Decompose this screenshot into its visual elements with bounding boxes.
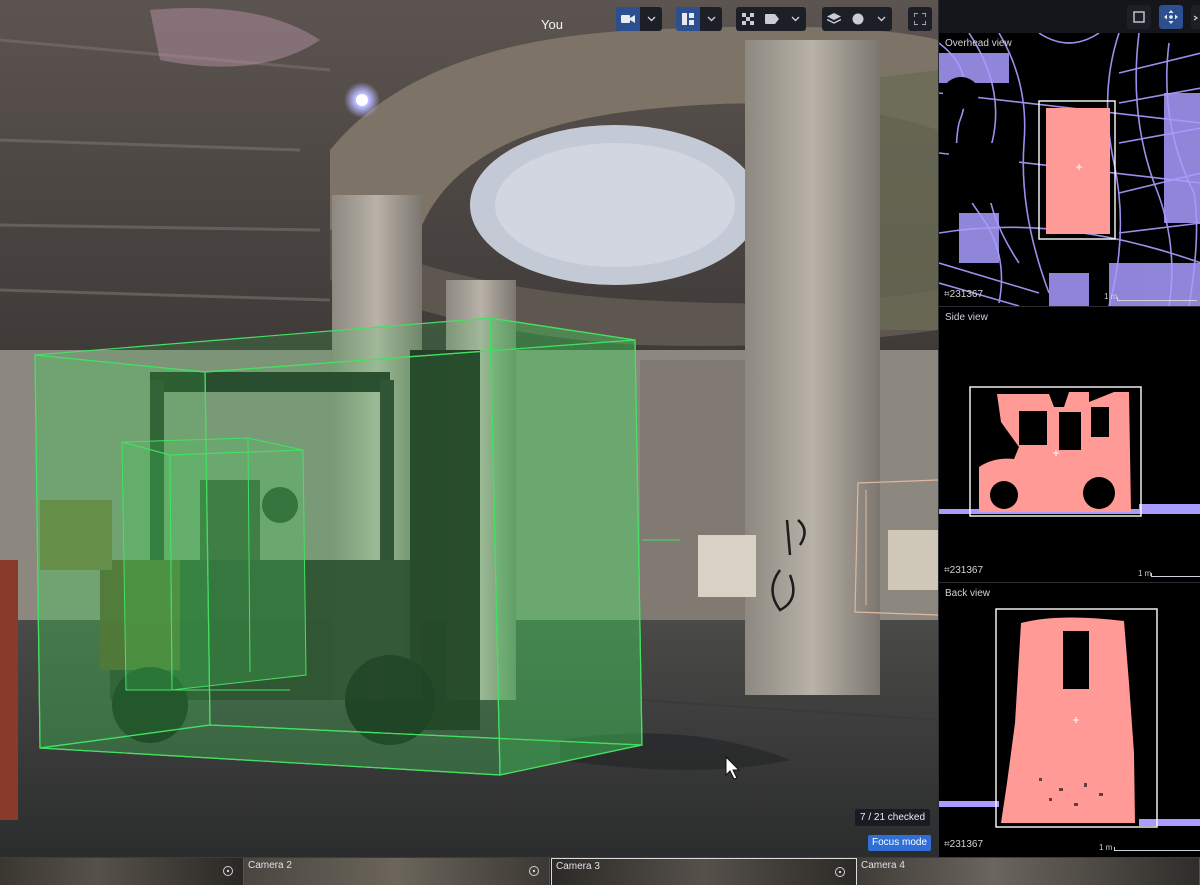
object-id-value: 231367 xyxy=(949,839,984,850)
circle-icon[interactable] xyxy=(846,7,870,31)
object-id-label: ⌗231367 xyxy=(944,565,984,576)
camera-label: Camera 4 xyxy=(861,860,905,871)
ground-points xyxy=(1139,504,1200,511)
scale-bar xyxy=(1114,847,1200,851)
ground-points xyxy=(1139,819,1200,826)
camera-thumbnail-strip: Camera 2 Camera 3 Camera 4 xyxy=(0,857,1200,885)
side-pointcloud xyxy=(939,307,1200,582)
object-id-value: 231367 xyxy=(949,289,984,300)
target-icon xyxy=(835,867,845,877)
checkerboard-icon[interactable] xyxy=(736,7,760,31)
camera-view[interactable]: You 7 / 21 checked Focus mode xyxy=(0,0,938,857)
layers-toolbar-group xyxy=(822,7,892,31)
chevron-down-icon[interactable] xyxy=(700,7,722,31)
camera-label: Camera 2 xyxy=(248,860,292,871)
move-arrows-icon[interactable] xyxy=(1159,4,1183,29)
panel-toolbar-overflow[interactable] xyxy=(1191,4,1200,29)
back-pointcloud xyxy=(939,583,1200,857)
camera-image xyxy=(0,0,938,857)
side-view-title: Side view xyxy=(945,312,988,323)
chevron-down-icon[interactable] xyxy=(640,7,662,31)
cardboard-box xyxy=(698,535,756,597)
camera-thumbnail-3[interactable]: Camera 3 xyxy=(551,858,857,885)
square-outline-icon[interactable] xyxy=(1127,4,1151,29)
object-id-label: ⌗231367 xyxy=(944,839,984,850)
layout-grid-icon[interactable] xyxy=(676,7,700,31)
object-id-value: 231367 xyxy=(949,565,984,576)
review-progress-badge: 7 / 21 checked xyxy=(855,809,931,826)
camera-toolbar-group xyxy=(616,7,662,31)
scale-label: 1 m xyxy=(1104,292,1118,301)
layers-icon[interactable] xyxy=(822,7,846,31)
camera-thumbnail-1[interactable] xyxy=(0,858,244,885)
side-view-pane[interactable]: Side view ⌗231367 1 m xyxy=(939,307,1200,582)
video-camera-icon[interactable] xyxy=(616,7,640,31)
chevron-down-icon[interactable] xyxy=(784,7,806,31)
display-toolbar-group xyxy=(736,7,806,31)
back-view-pane[interactable]: Back view ⌗231367 1 m xyxy=(939,583,1200,857)
sky-opening-haze xyxy=(495,143,735,267)
target-icon xyxy=(223,866,233,876)
overhead-view-pane[interactable]: Overhead view ⌗231367 1 m xyxy=(939,33,1200,306)
red-post xyxy=(0,560,18,820)
fullscreen-toolbar-group xyxy=(908,7,932,31)
ground-points xyxy=(939,801,999,807)
ceiling-lamp xyxy=(356,94,368,106)
focus-mode-button[interactable]: Focus mode xyxy=(868,835,932,851)
overhead-pointcloud xyxy=(939,33,1200,306)
panel-toolbar xyxy=(939,0,1200,33)
selected-points-top xyxy=(1046,108,1110,234)
target-icon xyxy=(529,866,539,876)
back-view-title: Back view xyxy=(945,588,991,599)
projection-panel: Overhead view ⌗231367 1 m Side view ⌗231… xyxy=(938,0,1200,857)
scale-bar xyxy=(1151,573,1200,577)
back-hole xyxy=(1063,631,1089,689)
viewer-user-label: You xyxy=(541,17,563,32)
camera-label: Camera 3 xyxy=(556,861,600,872)
label-tag-icon[interactable] xyxy=(760,7,784,31)
scale-bar xyxy=(1117,297,1197,301)
camera-thumbnail-2[interactable]: Camera 2 xyxy=(244,858,550,885)
layout-toolbar-group xyxy=(676,7,722,31)
overhead-view-title: Overhead view xyxy=(945,38,1012,49)
fullscreen-icon[interactable] xyxy=(908,7,932,31)
cardboard-box xyxy=(888,530,938,590)
scale-label: 1 m xyxy=(1138,569,1152,578)
pillar-right xyxy=(745,40,880,695)
cuboid-secondary xyxy=(121,437,307,691)
scale-label: 1 m xyxy=(1099,843,1113,852)
object-id-label: ⌗231367 xyxy=(944,289,984,300)
chevron-down-icon[interactable] xyxy=(870,7,892,31)
camera-thumbnail-4[interactable]: Camera 4 xyxy=(857,858,1200,885)
